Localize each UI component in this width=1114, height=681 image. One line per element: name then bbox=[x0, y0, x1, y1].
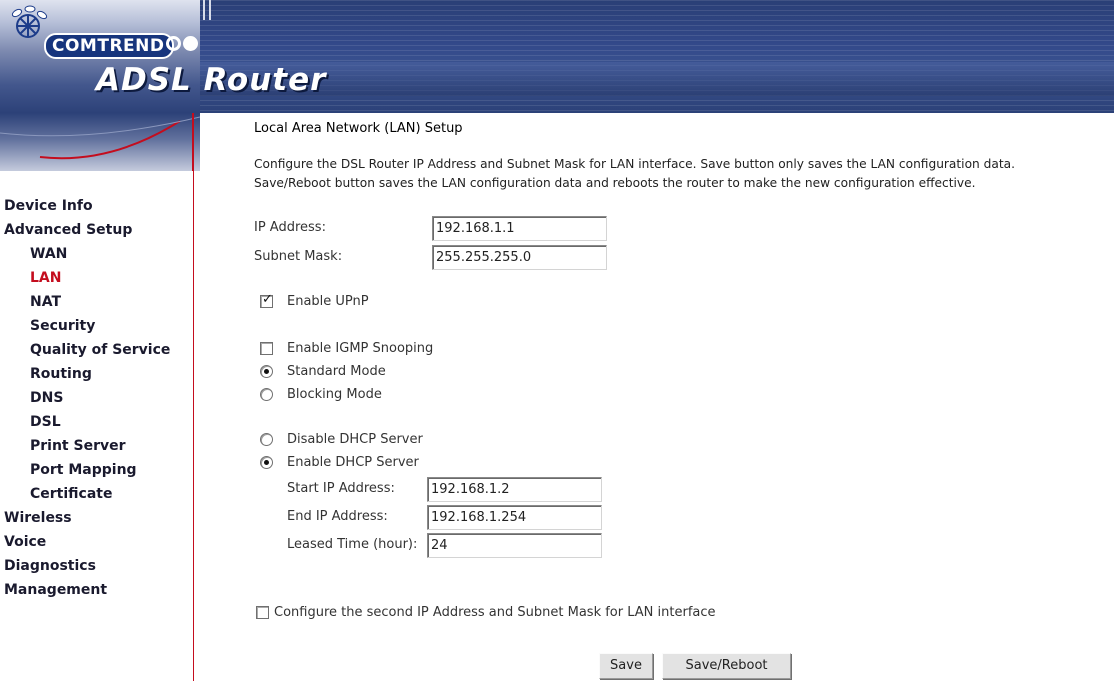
description-line-2: Save/Reboot button saves the LAN configu… bbox=[254, 176, 976, 190]
second-ip-checkbox[interactable] bbox=[256, 606, 269, 619]
main-content: Local Area Network (LAN) Setup Configure… bbox=[254, 113, 1114, 681]
swoosh-graphic bbox=[0, 116, 200, 160]
blocking-mode-label: Blocking Mode bbox=[287, 387, 382, 402]
brand-dots bbox=[166, 36, 200, 55]
leased-time-input[interactable]: 24 bbox=[427, 533, 602, 558]
nav-wireless[interactable]: Wireless bbox=[4, 508, 72, 528]
subnet-mask-label: Subnet Mask: bbox=[254, 249, 343, 264]
enable-dhcp-radio[interactable] bbox=[260, 456, 273, 469]
ip-address-input[interactable]: 192.168.1.1 bbox=[432, 216, 607, 241]
nav-quality-of-service[interactable]: Quality of Service bbox=[30, 340, 170, 360]
nav-wan[interactable]: WAN bbox=[30, 244, 67, 264]
description-line-1: Configure the DSL Router IP Address and … bbox=[254, 157, 1015, 171]
radio-selected-dot bbox=[264, 369, 269, 374]
nav-advanced-setup[interactable]: Advanced Setup bbox=[4, 220, 132, 240]
second-ip-label: Configure the second IP Address and Subn… bbox=[274, 605, 716, 620]
product-title: ADSL Router bbox=[96, 62, 327, 98]
nav-port-mapping[interactable]: Port Mapping bbox=[30, 460, 137, 480]
end-ip-input[interactable]: 192.168.1.254 bbox=[427, 505, 602, 530]
nav-dsl[interactable]: DSL bbox=[30, 412, 61, 432]
nav-nat[interactable]: NAT bbox=[30, 292, 61, 312]
subnet-mask-input[interactable]: 255.255.255.0 bbox=[432, 245, 607, 270]
nav-lan[interactable]: LAN bbox=[30, 268, 61, 288]
nav-security[interactable]: Security bbox=[30, 316, 95, 336]
page-title: Local Area Network (LAN) Setup bbox=[254, 121, 463, 136]
header-band bbox=[200, 62, 1114, 96]
blocking-mode-radio[interactable] bbox=[260, 388, 273, 401]
nav-routing[interactable]: Routing bbox=[30, 364, 92, 384]
start-ip-input[interactable]: 192.168.1.2 bbox=[427, 477, 602, 502]
enable-igmp-snooping-label: Enable IGMP Snooping bbox=[287, 341, 434, 356]
header-divider bbox=[203, 0, 211, 20]
nav-diagnostics[interactable]: Diagnostics bbox=[4, 556, 96, 576]
brand-logo-text: COMTREND bbox=[44, 33, 175, 59]
nav-print-server[interactable]: Print Server bbox=[30, 436, 126, 456]
end-ip-label: End IP Address: bbox=[287, 509, 388, 524]
enable-dhcp-label: Enable DHCP Server bbox=[287, 455, 419, 470]
nav-dns[interactable]: DNS bbox=[30, 388, 63, 408]
header-banner: COMTREND ADSL Router bbox=[0, 0, 1114, 113]
start-ip-label: Start IP Address: bbox=[287, 481, 395, 496]
disable-dhcp-radio[interactable] bbox=[260, 433, 273, 446]
nav-management[interactable]: Management bbox=[4, 580, 107, 600]
ip-address-label: IP Address: bbox=[254, 220, 326, 235]
enable-upnp-checkbox[interactable]: ✓ bbox=[260, 292, 273, 308]
standard-mode-label: Standard Mode bbox=[287, 364, 386, 379]
sidebar bbox=[0, 171, 193, 681]
nav-voice[interactable]: Voice bbox=[4, 532, 46, 552]
standard-mode-radio[interactable] bbox=[260, 365, 273, 378]
checkmark-icon: ✓ bbox=[262, 292, 273, 307]
nav-device-info[interactable]: Device Info bbox=[4, 196, 93, 216]
nav-certificate[interactable]: Certificate bbox=[30, 484, 112, 504]
disable-dhcp-label: Disable DHCP Server bbox=[287, 432, 423, 447]
page-description: Configure the DSL Router IP Address and … bbox=[254, 155, 1015, 193]
enable-igmp-snooping-checkbox[interactable] bbox=[260, 342, 273, 355]
save-reboot-button[interactable]: Save/Reboot bbox=[662, 653, 791, 679]
save-button[interactable]: Save bbox=[599, 653, 653, 679]
enable-upnp-label: Enable UPnP bbox=[287, 294, 369, 309]
sidebar-header-graphic bbox=[0, 113, 200, 171]
logo-leaf-icon bbox=[11, 5, 48, 38]
leased-time-label: Leased Time (hour): bbox=[287, 537, 418, 552]
radio-selected-dot bbox=[264, 460, 269, 465]
